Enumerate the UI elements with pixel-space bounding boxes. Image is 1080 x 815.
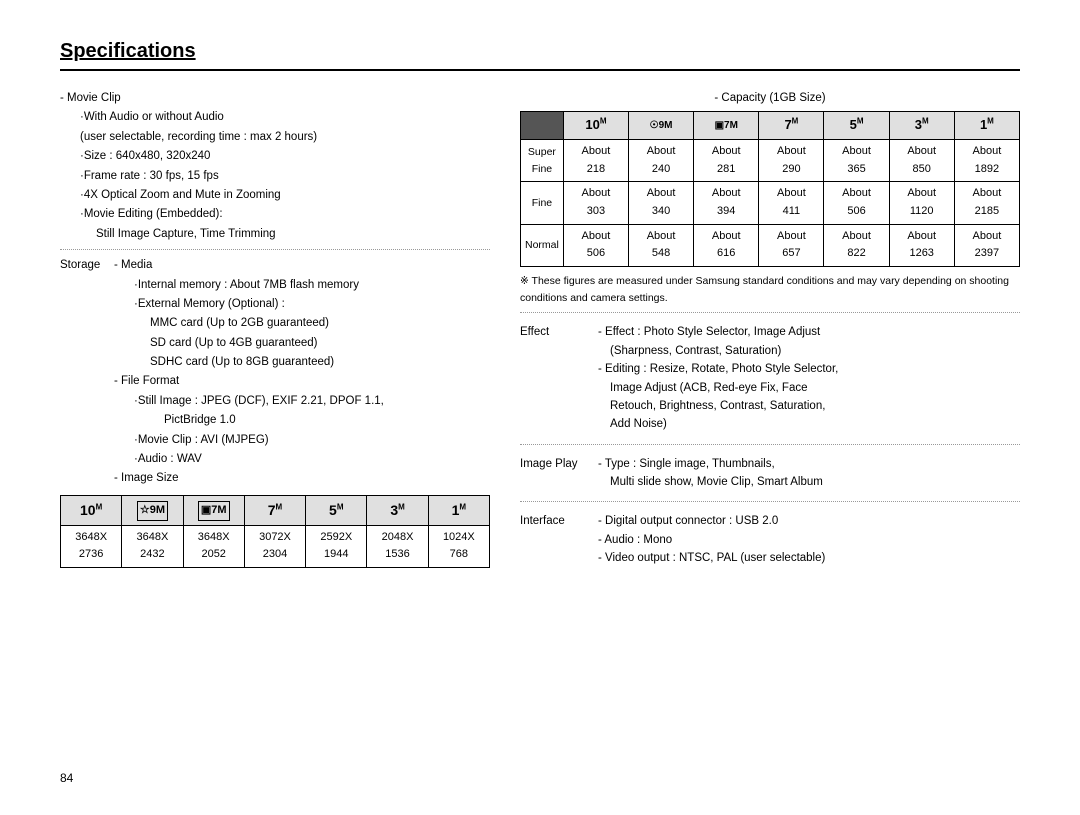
cap-f-5m: About506 [824,182,889,224]
movie-clip-size: ·Size : 640x480, 320x240 [60,147,490,165]
effect-line4: Image Adjust (ACB, Red-eye Fix, Face [598,379,838,397]
movie-clip-framerate: ·Frame rate : 30 fps, 15 fps [60,167,490,185]
cap-header-9m: ☉9M [629,112,694,140]
capacity-table: 10M ☉9M ▣7M 7M 5M 3M 1M SuperFine About2… [520,111,1020,266]
cap-sf-7m-box: About281 [694,140,759,182]
image-play-content: - Type : Single image, Thumbnails, Multi… [598,455,823,492]
size-header-10m: 10M [61,495,122,525]
row-super-fine: SuperFine [521,140,564,182]
table-row: 3648X2736 3648X2432 3648X2052 3072X2304 … [61,525,490,567]
file-movie: ·Movie Clip : AVI (MJPEG) [114,431,490,449]
size-9m: 3648X2432 [122,525,183,567]
effect-line5: Retouch, Brightness, Contrast, Saturatio… [598,397,838,415]
file-still: ·Still Image : JPEG (DCF), EXIF 2.21, DP… [114,392,490,410]
size-header-5m: 5M [306,495,367,525]
cap-n-10m: About506 [563,224,628,266]
size-header-7m-box: ▣7M [183,495,244,525]
size-7m: 3072X2304 [244,525,305,567]
image-size-label: - Image Size [114,469,490,487]
cap-f-7m: About411 [759,182,824,224]
movie-clip-selectable: (user selectable, recording time : max 2… [60,128,490,146]
size-10m: 3648X2736 [61,525,122,567]
storage-mmc: MMC card (Up to 2GB guaranteed) [114,314,490,332]
cap-n-5m: About822 [824,224,889,266]
left-column: - Movie Clip ·With Audio or without Audi… [60,89,490,576]
movie-clip-zoom: ·4X Optical Zoom and Mute in Zooming [60,186,490,204]
cap-f-3m: About1120 [889,182,954,224]
cap-sf-9m: About240 [629,140,694,182]
effect-line2: (Sharpness, Contrast, Saturation) [598,342,838,360]
cap-header-7m-box: ▣7M [694,112,759,140]
movie-clip-label: - Movie Clip [60,89,490,107]
cap-header-3m: 3M [889,112,954,140]
cap-n-3m: About1263 [889,224,954,266]
size-3m: 2048X1536 [367,525,428,567]
storage-label: Storage [60,256,110,489]
row-fine: Fine [521,182,564,224]
interface-line2: - Audio : Mono [598,531,825,549]
size-7m-box: 3648X2052 [183,525,244,567]
cap-n-1m: About2397 [954,224,1019,266]
size-header-9m: ☆9M [122,495,183,525]
effect-content: - Effect : Photo Style Selector, Image A… [598,323,838,433]
storage-sd: SD card (Up to 4GB guaranteed) [114,334,490,352]
size-header-7m: 7M [244,495,305,525]
interface-line1: - Digital output connector : USB 2.0 [598,512,825,530]
size-header-3m: 3M [367,495,428,525]
cap-f-9m: About340 [629,182,694,224]
right-column: - Capacity (1GB Size) 10M ☉9M ▣7M 7M 5M … [520,89,1020,576]
capacity-label: - Capacity (1GB Size) [520,89,1020,107]
cap-n-9m: About548 [629,224,694,266]
movie-clip-audio: ·With Audio or without Audio [60,108,490,126]
image-play-line1: - Type : Single image, Thumbnails, [598,455,823,473]
table-row: Fine About303 About340 About394 About411… [521,182,1020,224]
interface-line3: - Video output : NTSC, PAL (user selecta… [598,549,825,567]
storage-internal: ·Internal memory : About 7MB flash memor… [114,276,490,294]
cap-f-10m: About303 [563,182,628,224]
table-row: SuperFine About218 About240 About281 Abo… [521,140,1020,182]
cap-header-7m: 7M [759,112,824,140]
diag-header [521,112,564,140]
page-title: Specifications [60,40,1020,71]
storage-media: - Media [114,256,490,274]
row-normal: Normal [521,224,564,266]
cap-sf-10m: About218 [563,140,628,182]
cap-f-7m-box: About394 [694,182,759,224]
image-play-line2: Multi slide show, Movie Clip, Smart Albu… [598,473,823,491]
cap-n-7m: About657 [759,224,824,266]
cap-header-10m: 10M [563,112,628,140]
size-5m: 2592X1944 [306,525,367,567]
cap-sf-5m: About365 [824,140,889,182]
storage-sdhc: SDHC card (Up to 8GB guaranteed) [114,353,490,371]
size-1m: 1024X768 [428,525,489,567]
cap-sf-1m: About1892 [954,140,1019,182]
file-pictbridge: PictBridge 1.0 [114,411,490,429]
page-number: 84 [60,771,73,785]
cap-n-7m-box: About616 [694,224,759,266]
capacity-note: ※ These figures are measured under Samsu… [520,273,1020,307]
interface-label: Interface [520,512,590,567]
effect-line6: Add Noise) [598,415,838,433]
image-size-table: 10M ☆9M ▣7M 7M 5M 3M 1M 3648X2736 3648X2… [60,495,490,568]
interface-content: - Digital output connector : USB 2.0 - A… [598,512,825,567]
movie-clip-editing-detail: Still Image Capture, Time Trimming [60,225,490,243]
cap-sf-7m: About290 [759,140,824,182]
size-header-1m: 1M [428,495,489,525]
table-row: Normal About506 About548 About616 About6… [521,224,1020,266]
file-format-label: - File Format [114,372,490,390]
effect-line1: - Effect : Photo Style Selector, Image A… [598,323,838,341]
cap-header-1m: 1M [954,112,1019,140]
effect-line3: - Editing : Resize, Rotate, Photo Style … [598,360,838,378]
movie-clip-editing: ·Movie Editing (Embedded): [60,205,490,223]
cap-sf-3m: About850 [889,140,954,182]
file-audio: ·Audio : WAV [114,450,490,468]
cap-header-5m: 5M [824,112,889,140]
cap-f-1m: About2185 [954,182,1019,224]
storage-external: ·External Memory (Optional) : [114,295,490,313]
image-play-label: Image Play [520,455,590,492]
effect-label: Effect [520,323,590,433]
